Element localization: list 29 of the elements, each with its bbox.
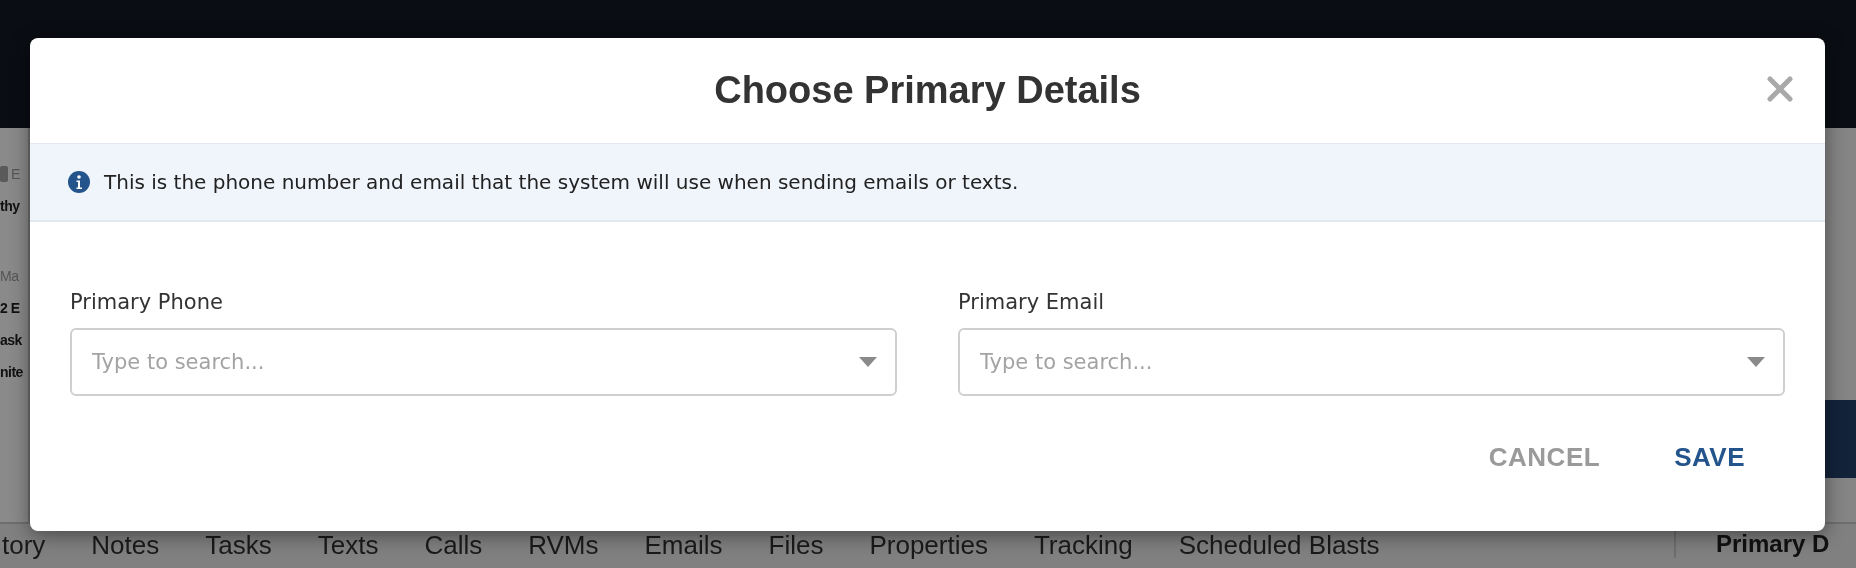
tab[interactable]: Files: [768, 530, 824, 561]
tab[interactable]: Properties: [869, 530, 988, 561]
tab[interactable]: Emails: [644, 530, 723, 561]
search-dropdown[interactable]: Type to search...: [958, 328, 1785, 396]
contact-text: 2 E: [0, 300, 20, 316]
contact-text: ask: [0, 332, 22, 348]
tab[interactable]: Calls: [424, 530, 483, 561]
cancel-button[interactable]: CANCEL: [1476, 436, 1613, 479]
contact-text: thy: [0, 198, 20, 214]
tab[interactable]: Tasks: [205, 530, 272, 561]
tab[interactable]: tory: [2, 530, 46, 561]
tab[interactable]: Texts: [317, 530, 379, 561]
info-text: This is the phone number and email that the system will use when sending emails or texts.: [104, 170, 1019, 194]
close-icon[interactable]: [1767, 76, 1793, 102]
field-label: Primary Email: [958, 290, 1106, 314]
contact-text: nite: [0, 364, 23, 380]
dialog-title: Choose Primary Details: [714, 69, 1141, 112]
field-label: Primary Phone: [70, 290, 224, 314]
caret-icon: [859, 357, 877, 367]
caret-icon: [1747, 357, 1765, 367]
tab[interactable]: RVMs: [528, 530, 599, 561]
search-dropdown[interactable]: Type to search...: [70, 328, 897, 396]
tab[interactable]: Notes: [91, 530, 160, 561]
info-icon: [68, 171, 90, 193]
tab[interactable]: Tracking: [1033, 530, 1133, 561]
search-input[interactable]: Type to search...: [90, 349, 859, 375]
search-input[interactable]: Type to search...: [978, 349, 1747, 375]
save-button[interactable]: SAVE: [1662, 436, 1757, 479]
tab[interactable]: Scheduled Blasts: [1178, 530, 1380, 561]
